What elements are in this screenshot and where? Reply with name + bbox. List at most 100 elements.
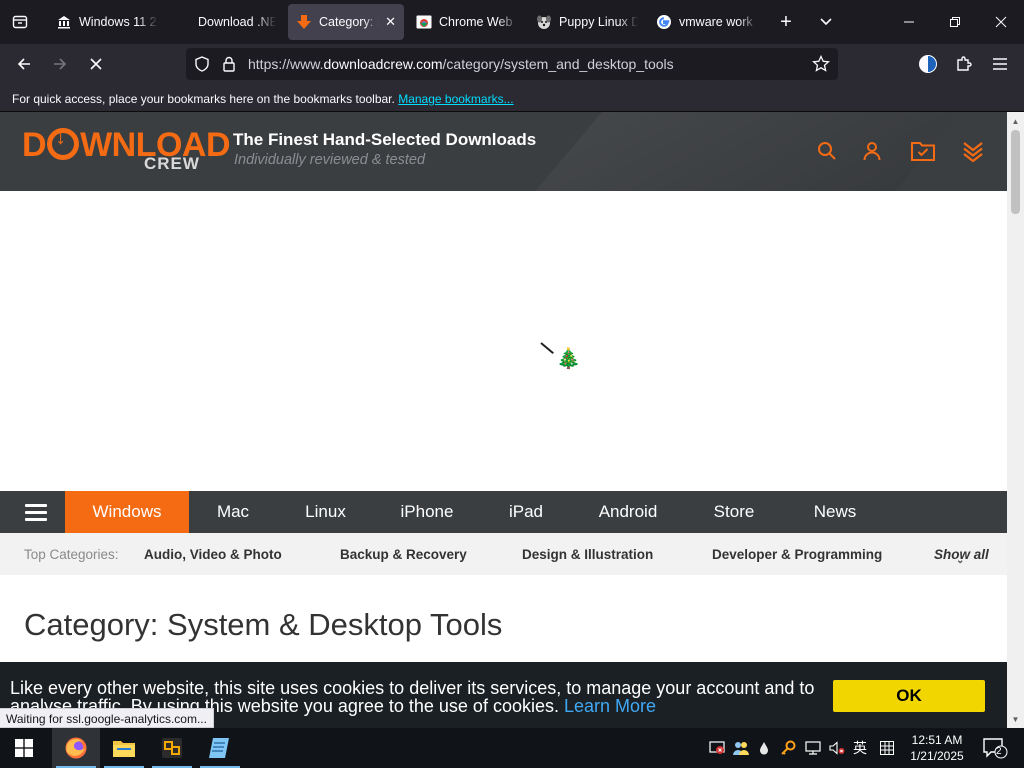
site-subtagline: Individually reviewed & tested bbox=[234, 152, 426, 168]
list-all-tabs-button[interactable] bbox=[810, 6, 842, 38]
nav-mac[interactable]: Mac bbox=[189, 491, 277, 533]
taskbar-clock[interactable]: 12:51 AM 1/21/2025 bbox=[900, 732, 974, 764]
restore-icon bbox=[950, 17, 960, 27]
tab-title: vmware work bbox=[679, 15, 753, 29]
nav-news[interactable]: News bbox=[784, 491, 886, 533]
nav-store[interactable]: Store bbox=[684, 491, 784, 533]
url-bar[interactable]: https://www.downloadcrew.com/category/sy… bbox=[186, 48, 838, 80]
tray-key-icon[interactable] bbox=[778, 728, 798, 768]
google-icon bbox=[656, 14, 672, 30]
tab-title: Category: S bbox=[319, 15, 380, 29]
close-window-button[interactable] bbox=[978, 0, 1024, 44]
cookie-ok-button[interactable]: OK bbox=[833, 680, 985, 712]
tab-download-net[interactable]: Download .NE bbox=[170, 4, 284, 40]
plus-icon: + bbox=[780, 10, 792, 33]
url-prefix: https://www. bbox=[248, 56, 324, 72]
search-button[interactable] bbox=[812, 136, 842, 166]
forward-button[interactable] bbox=[44, 48, 76, 80]
top-categories-label: Top Categories: bbox=[24, 547, 119, 562]
tray-ime-indicator[interactable]: 英 bbox=[850, 728, 870, 768]
user-icon bbox=[863, 142, 881, 161]
tray-drop-icon[interactable] bbox=[754, 728, 774, 768]
category-audio-video-photo[interactable]: Audio, Video & Photo bbox=[144, 547, 282, 562]
taskbar-vmware[interactable] bbox=[148, 728, 196, 768]
tab-chrome-web-store[interactable]: Chrome Web bbox=[408, 4, 526, 40]
arrow-right-icon bbox=[54, 58, 67, 70]
category-developer-programming[interactable]: Developer & Programming bbox=[712, 547, 882, 562]
manage-bookmarks-link[interactable]: Manage bookmarks... bbox=[398, 92, 513, 106]
start-button[interactable] bbox=[0, 728, 48, 768]
tray-keyboard-icon[interactable] bbox=[876, 728, 898, 768]
tab-strip: Windows 11 2 Download .NE Category: S ✕ … bbox=[0, 0, 1024, 44]
restore-button[interactable] bbox=[932, 0, 978, 44]
page-scrollbar[interactable]: ▲ ▼ bbox=[1007, 112, 1024, 728]
clock-date: 1/21/2025 bbox=[910, 749, 964, 763]
learn-more-link[interactable]: Learn More bbox=[564, 696, 656, 716]
page-title: Category: System & Desktop Tools bbox=[24, 607, 503, 642]
vmware-icon bbox=[162, 738, 182, 758]
chrome-web-store-icon bbox=[416, 14, 432, 30]
notepad-icon bbox=[209, 738, 229, 758]
taskbar-file-explorer[interactable] bbox=[100, 728, 148, 768]
firefox-icon bbox=[65, 737, 87, 759]
tree-icon: 🎄 bbox=[556, 348, 581, 370]
tray-volume-muted-icon[interactable] bbox=[826, 728, 848, 768]
taskbar-firefox[interactable] bbox=[52, 728, 100, 768]
app-menu-button[interactable] bbox=[984, 48, 1016, 80]
navigation-toolbar: https://www.downloadcrew.com/category/sy… bbox=[0, 44, 1024, 84]
minimize-icon bbox=[904, 21, 914, 23]
tray-people-icon[interactable] bbox=[730, 728, 752, 768]
page-viewport[interactable]: DWNLOAD CREW The Finest Hand-Selected Do… bbox=[0, 112, 1024, 728]
minimize-button[interactable] bbox=[886, 0, 932, 44]
stop-button[interactable] bbox=[80, 48, 112, 80]
back-button[interactable] bbox=[8, 48, 40, 80]
tray-network-icon[interactable] bbox=[802, 728, 824, 768]
new-tab-button[interactable]: + bbox=[770, 6, 802, 38]
arrow-left-icon bbox=[17, 58, 30, 70]
tab-windows-11[interactable]: Windows 11 2 bbox=[48, 4, 166, 40]
busy-cursor bbox=[540, 342, 554, 355]
tab-title: Download .NE bbox=[198, 15, 276, 29]
logo-subtext: CREW bbox=[144, 154, 200, 173]
status-panel: Waiting for ssl.google-analytics.com... bbox=[0, 708, 214, 728]
taskbar-notepad[interactable] bbox=[196, 728, 244, 768]
stop-icon bbox=[90, 58, 102, 70]
category-backup-recovery[interactable]: Backup & Recovery bbox=[340, 547, 467, 562]
nav-android[interactable]: Android bbox=[572, 491, 684, 533]
notification-center-button[interactable]: 2 bbox=[980, 728, 1010, 768]
extensions-button[interactable] bbox=[948, 48, 980, 80]
category-design-illustration[interactable]: Design & Illustration bbox=[522, 547, 653, 562]
tray-security-icon[interactable] bbox=[706, 728, 728, 768]
puzzle-icon bbox=[957, 56, 972, 71]
show-all-categories-button[interactable]: Show all bbox=[934, 547, 989, 566]
extension-button[interactable] bbox=[912, 48, 944, 80]
bookmark-star-icon[interactable] bbox=[812, 54, 830, 78]
url-text[interactable]: https://www.downloadcrew.com/category/sy… bbox=[248, 56, 674, 72]
tab-puppy-linux[interactable]: Puppy Linux D bbox=[528, 4, 646, 40]
downloadcrew-icon bbox=[296, 14, 312, 30]
nav-ipad[interactable]: iPad bbox=[480, 491, 572, 533]
top-categories-bar: Top Categories: Audio, Video & Photo Bac… bbox=[0, 533, 1007, 575]
tab-title: Windows 11 2 bbox=[79, 15, 157, 29]
my-downloads-button[interactable] bbox=[908, 136, 938, 166]
firefox-view-button[interactable] bbox=[4, 6, 36, 38]
url-domain: downloadcrew.com bbox=[323, 56, 443, 72]
menu-toggle-button[interactable] bbox=[25, 504, 47, 521]
tab-category-system[interactable]: Category: S ✕ bbox=[288, 4, 404, 40]
expand-menu-button[interactable] bbox=[958, 136, 988, 166]
scroll-down-arrow-icon[interactable]: ▼ bbox=[1007, 712, 1024, 726]
account-button[interactable] bbox=[857, 136, 887, 166]
lock-icon[interactable] bbox=[222, 56, 236, 77]
main-navigation: Windows Mac Linux iPhone iPad Android St… bbox=[0, 491, 1007, 540]
scroll-up-arrow-icon[interactable]: ▲ bbox=[1007, 114, 1024, 128]
scrollbar-thumb[interactable] bbox=[1011, 130, 1020, 214]
nav-windows[interactable]: Windows bbox=[65, 491, 189, 540]
notification-icon bbox=[983, 738, 1008, 759]
close-icon bbox=[995, 16, 1007, 28]
tab-vmware[interactable]: vmware work bbox=[648, 4, 766, 40]
close-tab-icon[interactable]: ✕ bbox=[385, 14, 396, 30]
nav-iphone[interactable]: iPhone bbox=[374, 491, 480, 533]
folder-icon bbox=[113, 741, 135, 757]
tracking-protection-icon[interactable] bbox=[194, 56, 210, 77]
nav-linux[interactable]: Linux bbox=[277, 491, 374, 533]
